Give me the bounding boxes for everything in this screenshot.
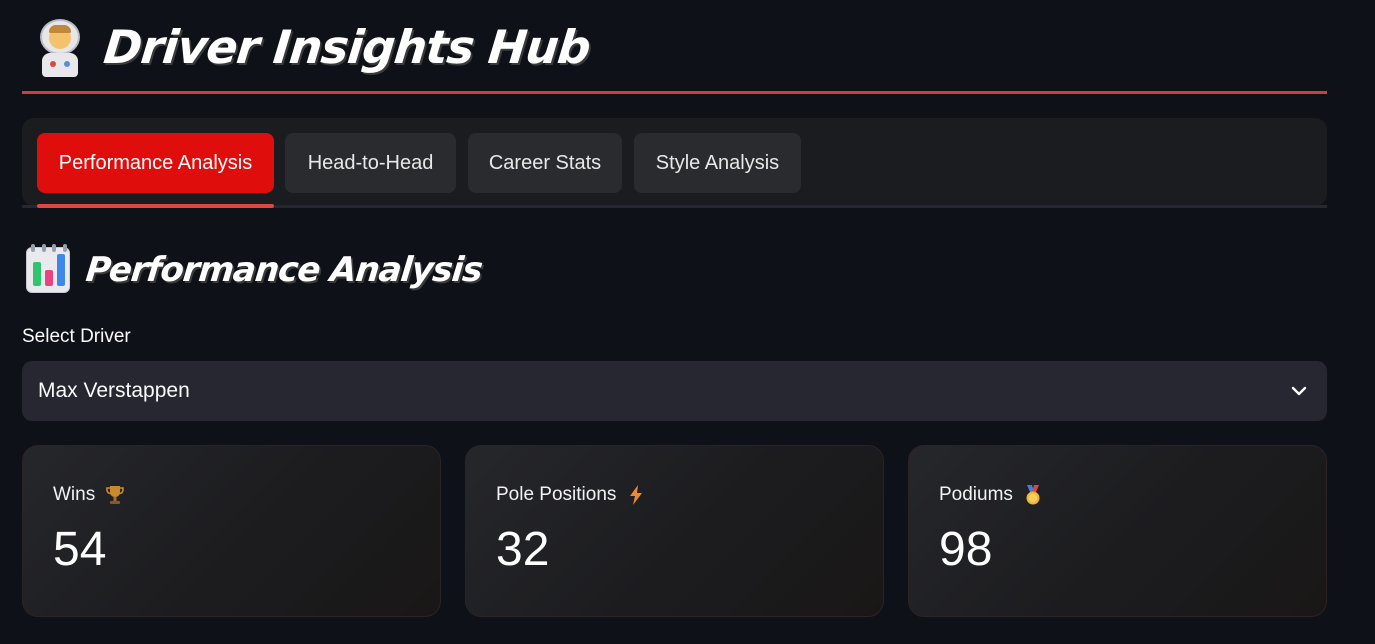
page-header: Driver Insights Hub (22, 14, 1327, 94)
page-title: Driver Insights Hub (101, 20, 593, 74)
stat-value: 32 (496, 523, 550, 576)
stat-label: Podiums (939, 484, 1043, 506)
tab-head-to-head[interactable]: Head-to-Head (285, 133, 456, 193)
app-page: Driver Insights Hub Performance Analysis… (0, 0, 1375, 644)
tab-performance-analysis[interactable]: Performance Analysis (37, 133, 274, 193)
lightning-icon (630, 485, 643, 505)
header-row: Driver Insights Hub (22, 14, 1327, 80)
chevron-down-icon[interactable] (1289, 381, 1309, 401)
driver-select-value: Max Verstappen (38, 379, 190, 402)
section-heading: Performance Analysis (26, 244, 484, 296)
bar-chart-icon (26, 244, 70, 293)
trophy-icon (106, 486, 125, 504)
tab-bar: Performance Analysis Head-to-Head Career… (22, 118, 1327, 208)
stat-card-wins: Wins 54 (22, 445, 441, 617)
active-tab-indicator (37, 204, 274, 208)
stat-value: 54 (53, 523, 107, 576)
stat-label: Pole Positions (496, 484, 646, 506)
medal-icon (1026, 485, 1040, 505)
select-driver-label: Select Driver (22, 326, 131, 347)
tab-career-stats[interactable]: Career Stats (468, 133, 622, 193)
driver-select[interactable]: Max Verstappen (22, 361, 1327, 421)
astronaut-icon (36, 17, 84, 77)
stat-card-pole-positions: Pole Positions 32 (465, 445, 884, 617)
tab-style-analysis[interactable]: Style Analysis (634, 133, 801, 193)
stat-value: 98 (939, 523, 993, 576)
stat-label-text: Podiums (939, 484, 1013, 505)
section-title: Performance Analysis (83, 250, 484, 290)
stat-card-podiums: Podiums 98 (908, 445, 1327, 617)
stat-label-text: Pole Positions (496, 484, 617, 505)
stat-label: Wins (53, 484, 125, 506)
stat-label-text: Wins (53, 484, 96, 505)
